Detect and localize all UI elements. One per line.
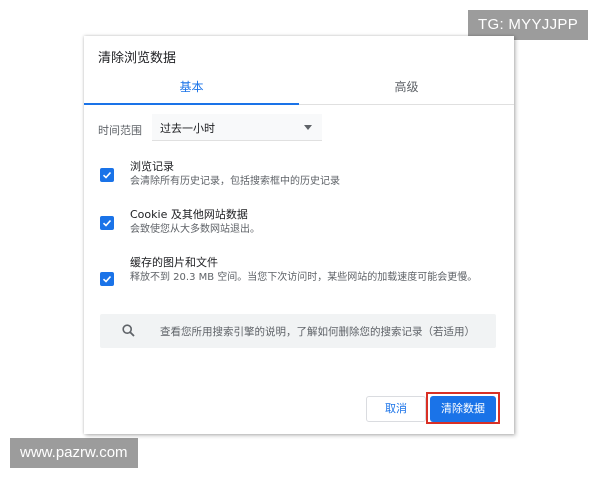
cancel-button[interactable]: 取消 xyxy=(366,396,426,422)
tab-basic[interactable]: 基本 xyxy=(84,74,299,105)
option-description: 释放不到 20.3 MB 空间。当您下次访问时，某些网站的加载速度可能会更慢。 xyxy=(130,272,478,283)
option-title: 浏览记录 xyxy=(130,160,174,173)
option-title: 缓存的图片和文件 xyxy=(130,256,218,269)
search-engine-hint: 查看您所用搜索引擎的说明，了解如何删除您的搜索记录（若适用） xyxy=(160,326,475,338)
option-title: Cookie 及其他网站数据 xyxy=(130,208,248,221)
dropdown-arrow-icon xyxy=(304,125,312,130)
time-range-dropdown[interactable]: 过去一小时 xyxy=(152,114,322,141)
option-description: 会清除所有历史记录，包括搜索框中的历史记录 xyxy=(130,176,340,187)
checkbox-cached-files[interactable] xyxy=(100,272,114,286)
checkbox-cookies[interactable] xyxy=(100,216,114,230)
clear-data-button[interactable]: 清除数据 xyxy=(430,396,496,422)
time-range-label: 时间范围 xyxy=(98,124,142,137)
checkmark-icon xyxy=(102,275,112,283)
search-engine-info[interactable]: 查看您所用搜索引擎的说明，了解如何删除您的搜索记录（若适用） xyxy=(100,314,496,348)
checkmark-icon xyxy=(102,171,112,179)
clear-browsing-data-dialog: 清除浏览数据 基本 高级 时间范围 过去一小时 浏览记录 会清除所有历史记录，包… xyxy=(84,36,514,434)
dialog-title: 清除浏览数据 xyxy=(98,51,177,66)
option-description: 会致使您从大多数网站退出。 xyxy=(130,224,260,235)
checkbox-browsing-history[interactable] xyxy=(100,168,114,182)
search-icon xyxy=(122,324,135,337)
tab-advanced[interactable]: 高级 xyxy=(299,74,514,104)
checkmark-icon xyxy=(102,219,112,227)
time-range-value: 过去一小时 xyxy=(160,122,215,135)
tab-bar: 基本 高级 xyxy=(84,74,514,105)
watermark-site: www.pazrw.com xyxy=(10,438,138,468)
